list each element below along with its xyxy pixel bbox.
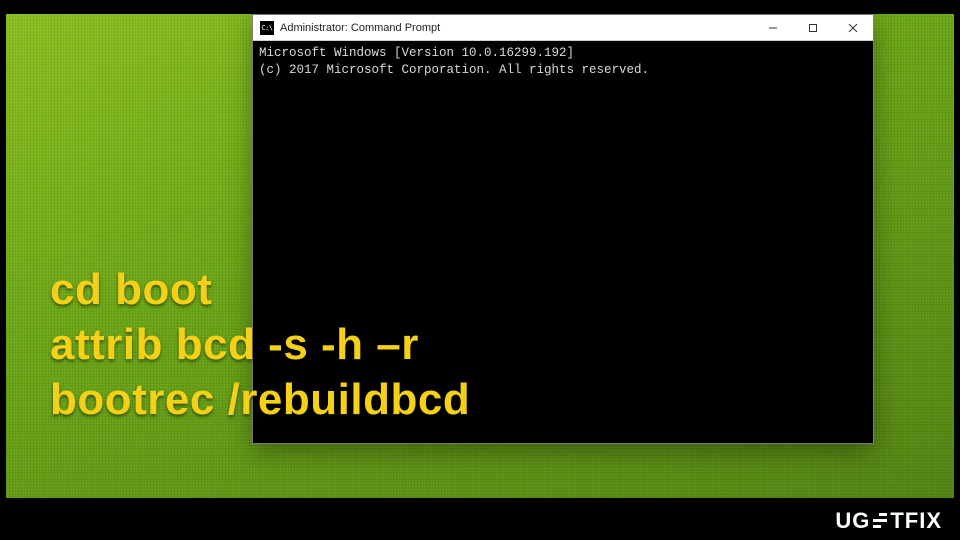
screenshot-canvas: C:\ Administrator: Command Prompt Micros… [0,0,960,540]
cmd-icon: C:\ [260,21,274,35]
terminal-line-1: Microsoft Windows [Version 10.0.16299.19… [259,46,574,60]
window-titlebar[interactable]: C:\ Administrator: Command Prompt [253,15,873,41]
maximize-icon [808,23,818,33]
terminal-line-2: (c) 2017 Microsoft Corporation. All righ… [259,63,649,77]
close-button[interactable] [833,15,873,40]
frame-left [0,0,6,540]
watermark-pre: UG [835,508,870,534]
overlay-line-1: cd boot [50,262,470,317]
watermark-logo: UG TFIX [835,508,942,534]
overlay-line-3: bootrec /rebuildbcd [50,372,470,427]
window-title: Administrator: Command Prompt [280,22,753,34]
overlay-commands: cd boot attrib bcd -s -h –r bootrec /reb… [50,262,470,427]
window-controls [753,15,873,40]
watermark-post: TFIX [890,508,942,534]
watermark-bars-icon [873,513,887,528]
frame-right [954,0,960,540]
maximize-button[interactable] [793,15,833,40]
minimize-button[interactable] [753,15,793,40]
overlay-line-2: attrib bcd -s -h –r [50,317,470,372]
close-icon [848,23,858,33]
minimize-icon [768,23,778,33]
